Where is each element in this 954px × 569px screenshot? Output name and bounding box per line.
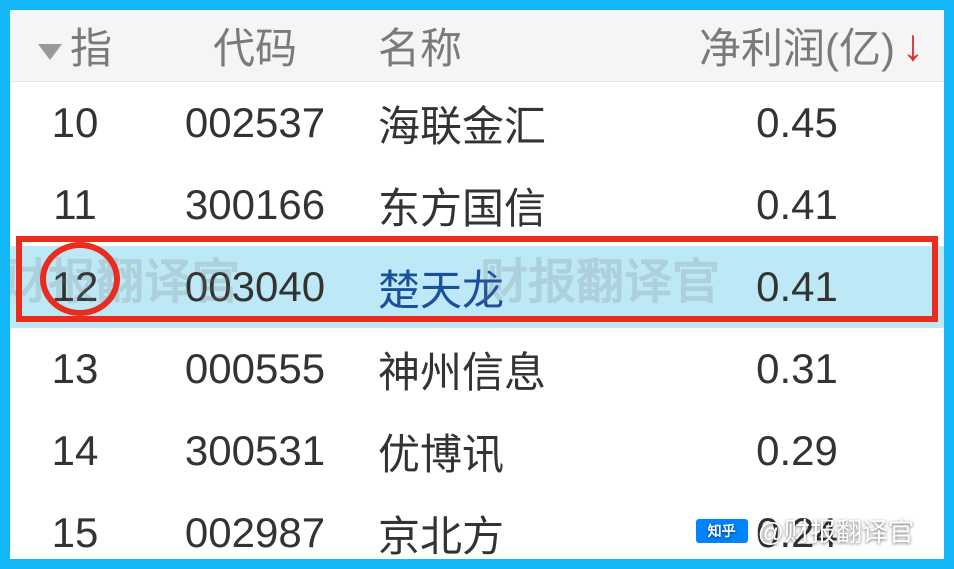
- header-profit-label: 净利润(亿): [699, 25, 895, 72]
- cell-code: 002537: [140, 99, 370, 147]
- table-row[interactable]: 12003040楚天龙0.41: [10, 246, 944, 328]
- sort-desc-icon: ↓: [902, 21, 924, 71]
- table-row[interactable]: 10002537海联金汇0.45: [10, 82, 944, 164]
- cell-name: 京北方: [370, 503, 650, 564]
- header-profit[interactable]: 净利润(亿) ↓: [650, 15, 944, 76]
- cell-index: 12: [10, 263, 140, 311]
- table-header-row: 指 代码 名称 净利润(亿) ↓: [10, 10, 944, 82]
- table-row[interactable]: 11300166东方国信0.41: [10, 164, 944, 246]
- table-row[interactable]: 13000555神州信息0.31: [10, 328, 944, 410]
- cell-profit: 0.41: [650, 181, 944, 229]
- cell-code: 000555: [140, 345, 370, 393]
- cell-code: 003040: [140, 263, 370, 311]
- cell-profit: 0.29: [650, 427, 944, 475]
- cell-index: 14: [10, 427, 140, 475]
- cell-profit: 0.41: [650, 263, 944, 311]
- header-index[interactable]: 指: [10, 15, 140, 76]
- header-code[interactable]: 代码: [140, 15, 370, 76]
- attribution-author: @财报翻译官: [758, 512, 914, 549]
- cell-profit: 0.45: [650, 99, 944, 147]
- table-row[interactable]: 14300531优博讯0.29: [10, 410, 944, 492]
- zhihu-logo-icon: 知乎: [696, 519, 748, 543]
- cell-code: 300166: [140, 181, 370, 229]
- dropdown-icon: [38, 44, 62, 60]
- cell-name: 海联金汇: [370, 93, 650, 154]
- cell-profit: 0.31: [650, 345, 944, 393]
- header-code-label: 代码: [213, 25, 297, 72]
- cell-code: 300531: [140, 427, 370, 475]
- stock-table: 指 代码 名称 净利润(亿) ↓ 10002537海联金汇0.451130016…: [10, 10, 944, 559]
- cell-code: 002987: [140, 509, 370, 557]
- cell-index: 11: [10, 181, 140, 229]
- header-index-label: 指: [70, 25, 112, 72]
- cell-index: 10: [10, 99, 140, 147]
- cell-name: 东方国信: [370, 175, 650, 236]
- header-name-label: 名称: [378, 25, 462, 72]
- cell-name: 楚天龙: [370, 257, 650, 318]
- cell-name: 优博讯: [370, 421, 650, 482]
- cell-index: 13: [10, 345, 140, 393]
- attribution: 知乎 @财报翻译官: [696, 512, 914, 549]
- header-name[interactable]: 名称: [370, 15, 650, 76]
- app-frame: 指 代码 名称 净利润(亿) ↓ 10002537海联金汇0.451130016…: [0, 0, 954, 569]
- cell-index: 15: [10, 509, 140, 557]
- cell-name: 神州信息: [370, 339, 650, 400]
- rows-container: 10002537海联金汇0.4511300166东方国信0.4112003040…: [10, 82, 944, 569]
